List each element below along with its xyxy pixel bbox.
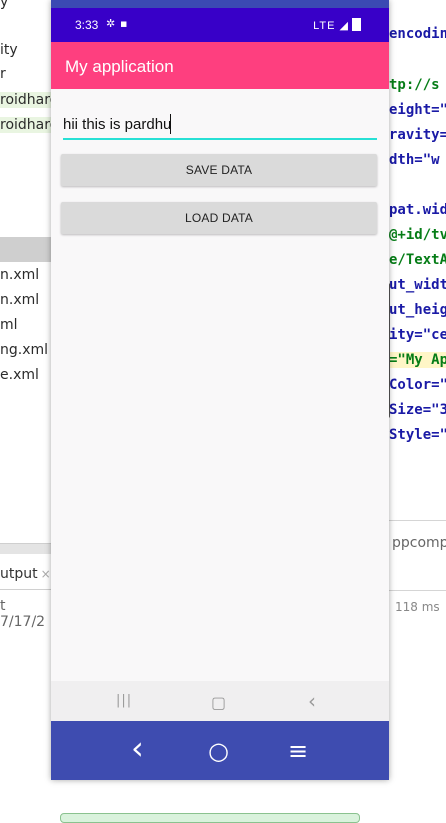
code-line: dth="w <box>389 152 440 168</box>
panel-divider[interactable] <box>0 543 52 554</box>
code-line: @+id/tv <box>389 227 446 243</box>
code-line-text: ity="ce <box>389 327 446 343</box>
page-title: My application <box>65 57 174 76</box>
breadcrumb[interactable]: ppcomp <box>392 535 446 551</box>
code-line: eight=" <box>389 102 446 118</box>
status-bar: 3:33 ✲ ▪ LTE ◢ <box>51 8 389 42</box>
code-line-text: @+id/tv <box>389 227 446 243</box>
home-icon[interactable]: ○ <box>208 737 229 765</box>
code-line-text: e/TextA <box>389 252 446 268</box>
notification-bar <box>60 813 360 823</box>
build-time: 118 ms <box>395 600 440 614</box>
code-line: Size="3 <box>389 402 446 418</box>
emulator-nav-bar: ‹ ○ ≡ <box>51 721 389 780</box>
network-status: LTE ◢ <box>313 18 361 32</box>
menu-icon[interactable]: ≡ <box>288 737 308 765</box>
project-tree-item[interactable]: ity <box>0 42 18 58</box>
code-line-text: tp://s <box>389 77 440 93</box>
code-line: ut_widt <box>389 277 446 293</box>
tab-output[interactable]: utput × <box>0 566 51 582</box>
battery-icon <box>352 18 361 31</box>
app-bar: My application <box>51 42 389 89</box>
code-line-text: Color=" <box>389 377 446 393</box>
android-nav-bar: ||| ▢ ‹ <box>51 681 389 721</box>
code-line: encodin <box>389 26 446 42</box>
back-icon[interactable]: ‹ <box>131 729 144 767</box>
code-line: tp://s <box>389 77 440 93</box>
code-line: pat.wid <box>389 202 446 218</box>
file-list-item[interactable]: n.xml <box>0 267 39 283</box>
close-icon[interactable]: × <box>41 567 51 581</box>
file-list-item[interactable]: ml <box>0 317 18 333</box>
recents-icon[interactable]: ||| <box>116 693 132 708</box>
code-line-text: Size="3 <box>389 402 446 418</box>
editor-divider <box>389 520 446 521</box>
home-icon[interactable]: ▢ <box>211 693 226 712</box>
code-line: Color=" <box>389 377 446 393</box>
code-line-text: ut_widt <box>389 277 446 293</box>
file-list-item[interactable]: e.xml <box>0 367 39 383</box>
network-label: LTE <box>313 20 336 32</box>
code-line-text: pat.wid <box>389 202 446 218</box>
code-line-text: Style=" <box>389 427 446 443</box>
back-icon[interactable]: ‹ <box>308 689 316 713</box>
emulator-frame-top <box>51 0 389 8</box>
load-data-button[interactable]: LOAD DATA <box>61 202 377 234</box>
emulator-screen: 3:33 ✲ ▪ LTE ◢ My application SAVE DATA … <box>51 0 389 780</box>
code-editor[interactable]: encodin tp://s eight=" ravity= dth="w pa… <box>389 0 446 818</box>
code-line-text: encodin <box>389 26 446 42</box>
project-tree-item[interactable]: r <box>0 66 6 82</box>
code-line-text: ut_heig <box>389 302 446 318</box>
message-icon: ▪ <box>120 17 128 30</box>
file-list-item[interactable]: ng.xml <box>0 342 48 358</box>
code-line-text: dth="w <box>389 152 440 168</box>
code-line-text: ="My Ap <box>389 352 446 368</box>
text-cursor <box>170 114 171 134</box>
output-divider <box>0 589 52 590</box>
code-line: ut_heig <box>389 302 446 318</box>
code-line: e/TextA <box>389 252 446 268</box>
status-time: 3:33 <box>75 18 99 32</box>
code-line: Style=" <box>389 427 446 443</box>
save-data-button[interactable]: SAVE DATA <box>61 154 377 186</box>
project-tree-item[interactable]: y <box>0 0 8 10</box>
panel-header <box>0 237 52 262</box>
data-input[interactable] <box>63 112 377 140</box>
code-line: ravity= <box>389 127 446 143</box>
tab-output-label: utput <box>0 566 38 582</box>
code-line-text: ravity= <box>389 127 446 143</box>
code-line: ity="ce <box>389 327 446 343</box>
code-line-text: eight=" <box>389 102 446 118</box>
output-log-line: t 7/17/2 <box>0 598 46 630</box>
output-divider <box>389 590 446 591</box>
file-list-item[interactable]: n.xml <box>0 292 39 308</box>
settings-icon: ✲ <box>106 17 116 30</box>
code-line: ="My Ap <box>389 352 446 368</box>
ide-left-panel: y ity r roidhard roidhard n.xml n.xml ml… <box>0 0 63 818</box>
